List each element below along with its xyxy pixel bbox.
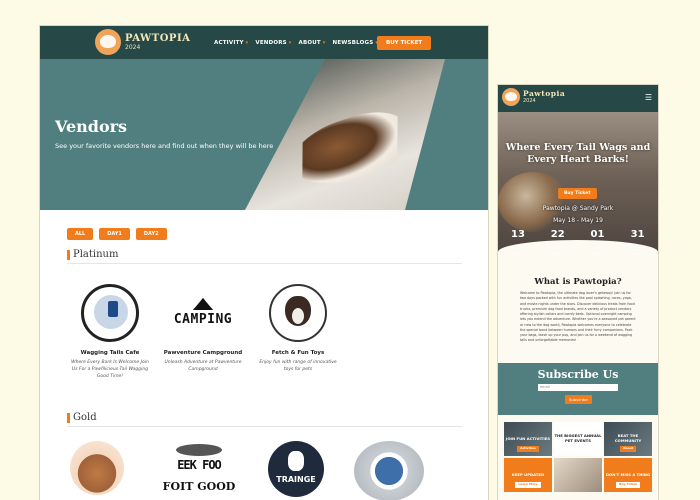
vendor-name: Wagging Tails Cafe: [80, 350, 140, 356]
camping-logo: CAMPING: [174, 284, 232, 342]
hamburger-menu-icon[interactable]: ☰: [645, 93, 652, 102]
menu-item-about[interactable]: ABOUT: [299, 40, 326, 46]
fish-icon: [176, 444, 222, 456]
vendor-desc: Where Every Bark Is Welcome Join Us For …: [71, 360, 149, 379]
geek-food-text: EEK FOO: [177, 458, 222, 472]
tile-button[interactable]: Learn More: [515, 482, 541, 488]
tier-heading-platinum: Platinum: [67, 250, 118, 260]
hero-banner: Vendors See your favorite vendors here a…: [40, 59, 488, 210]
menu-item-vendors[interactable]: VENDORS: [255, 40, 291, 46]
trainge-text: TRAINGE: [276, 475, 316, 484]
desktop-preview: PAWTOPIA 2024 ACTIVITY VENDORS ABOUT NEW…: [40, 26, 488, 500]
promo-tile[interactable]: THE BIGGEST ANNUAL PET EVENTS: [554, 422, 602, 456]
filter-bar: ALL DAY1 DAY2: [67, 228, 167, 240]
geek-food-subtext: FOIT GOOD: [162, 480, 236, 493]
tile-button[interactable]: Buy Ticket: [616, 482, 640, 488]
about-heading: What is Pawtopia?: [534, 277, 622, 287]
divider: [67, 426, 462, 427]
filter-all[interactable]: ALL: [67, 228, 94, 240]
menu-item-newsblogs[interactable]: NEWSBLOGS: [333, 40, 379, 46]
paw-logo-icon: [502, 88, 520, 106]
page-title: Vendors: [55, 117, 128, 136]
camping-logo-text: CAMPING: [173, 312, 233, 327]
tent-icon: [193, 298, 213, 310]
promo-photo-tile: [554, 458, 602, 492]
event-location: Pawtopia @ Sandy Park: [542, 205, 614, 212]
promo-grid: JOIN FUN ACTIVITIES Activities THE BIGGES…: [504, 422, 652, 492]
mobile-hero: Where Every Tail Wags and Every Heart Ba…: [498, 112, 658, 256]
filter-day2[interactable]: DAY2: [135, 228, 167, 240]
gold-vendor-logo[interactable]: TRAINGE: [268, 441, 324, 497]
promo-tile[interactable]: BEAT THE COMMUNITY About: [604, 422, 652, 456]
logo[interactable]: PAWTOPIA 2024: [95, 29, 190, 55]
promo-tile[interactable]: JOIN FUN ACTIVITIES Activities: [504, 422, 552, 456]
dog-logo-icon: [269, 284, 327, 342]
about-text: Welcome to Pawtopia, the ultimate dog lo…: [520, 291, 636, 343]
divider: [67, 263, 462, 264]
vendor-card[interactable]: CAMPING Pawventure Campground Unleash Ad…: [163, 284, 243, 374]
subscribe-section: Subscribe Us email Subscribe: [498, 363, 658, 415]
gold-vendor-logo[interactable]: [354, 441, 424, 500]
logo-year: 2024: [125, 43, 141, 51]
logo-name: Pawtopia: [523, 89, 566, 99]
page-subtitle: See your favorite vendors here and find …: [55, 142, 274, 150]
top-nav: PAWTOPIA 2024 ACTIVITY VENDORS ABOUT NEW…: [40, 26, 488, 59]
mobile-nav: Pawtopia 2024 ☰: [498, 85, 658, 112]
paw-logo-icon: [95, 29, 121, 55]
logo-year: 2024: [523, 97, 536, 104]
gold-vendor-logo[interactable]: EEK FOO FOIT GOOD: [162, 440, 236, 500]
buy-ticket-button[interactable]: BUY TICKET: [377, 36, 432, 50]
vendor-name: Fetch & Fun Toys: [271, 350, 325, 356]
filter-day1[interactable]: DAY1: [99, 228, 130, 240]
vendor-desc: Enjoy fun with range of innovative toys …: [259, 360, 337, 372]
vendor-name: Pawventure Campground: [163, 350, 243, 356]
gold-vendor-logo[interactable]: [70, 441, 124, 495]
vendor-card[interactable]: Fetch & Fun Toys Enjoy fun with range of…: [258, 284, 338, 374]
promo-tile[interactable]: KEEP UPDATED Learn More: [504, 458, 552, 492]
hero-title: Where Every Tail Wags and Every Heart Ba…: [505, 142, 651, 165]
buy-ticket-button[interactable]: Buy Ticket: [558, 188, 597, 199]
logo[interactable]: Pawtopia 2024: [502, 88, 565, 106]
subscribe-title: Subscribe Us: [537, 368, 619, 381]
tile-button[interactable]: Activities: [517, 446, 539, 452]
vendor-card[interactable]: Wagging Tails Cafe Where Every Bark Is W…: [70, 284, 150, 380]
vendor-desc: Unleash Adventure at Pawventure Campgrou…: [164, 360, 242, 372]
event-dates: May 18 - May 19: [553, 217, 603, 224]
wagging-tails-logo: [81, 284, 139, 342]
promo-tile[interactable]: DON'T MISS A THING Buy Ticket: [604, 458, 652, 492]
tier-heading-gold: Gold: [67, 413, 97, 423]
email-field[interactable]: email: [538, 384, 618, 391]
logo-name: PAWTOPIA: [125, 32, 191, 44]
subscribe-button[interactable]: Subscribe: [565, 395, 592, 404]
menu-item-activity[interactable]: ACTIVITY: [214, 40, 248, 46]
tile-button[interactable]: About: [619, 446, 637, 452]
main-menu: ACTIVITY VENDORS ABOUT NEWSBLOGS 🛒: [214, 38, 396, 48]
mobile-preview: Pawtopia 2024 ☰ Where Every Tail Wags an…: [498, 85, 658, 500]
